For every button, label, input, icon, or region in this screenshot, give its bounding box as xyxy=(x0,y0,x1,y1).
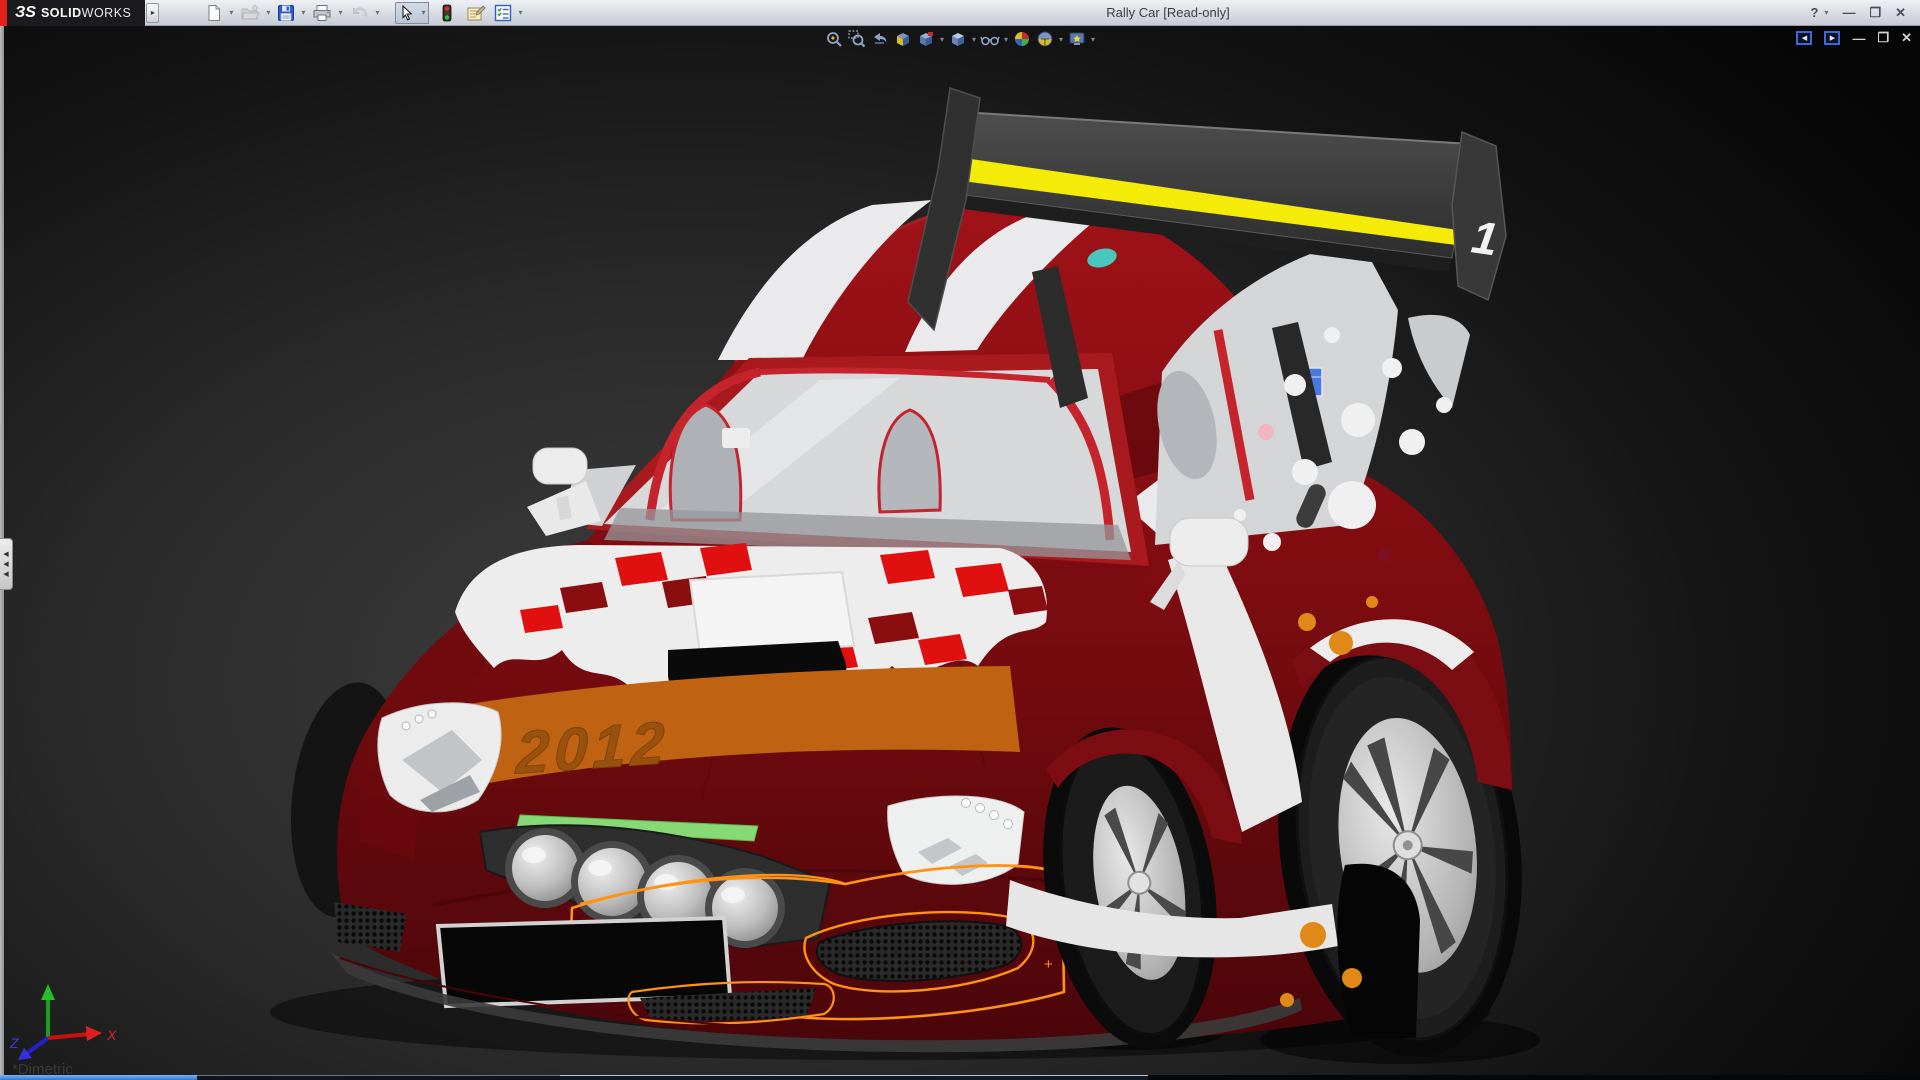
edit-appearance-button[interactable] xyxy=(1011,29,1033,49)
collapsed-panel-tab[interactable]: ◀ ◀ ◀ xyxy=(0,538,13,590)
view-orientation-button[interactable] xyxy=(915,29,937,49)
new-document-button[interactable] xyxy=(202,2,226,24)
brand-accent-stripe xyxy=(0,0,7,26)
select-dropdown-caret[interactable]: ▾ xyxy=(418,2,429,24)
graphics-viewport[interactable]: 2012 xyxy=(0,26,1920,1080)
print-button[interactable] xyxy=(309,2,335,24)
flyout-arrow-icon: ▸ xyxy=(151,8,155,17)
close-button[interactable]: ✕ xyxy=(1895,5,1906,21)
save-floppy-icon xyxy=(277,4,295,22)
pane-left-icon: ◀ xyxy=(1802,35,1807,42)
headlight-right[interactable] xyxy=(888,796,1024,884)
display-style-caret[interactable]: ▾ xyxy=(972,35,976,44)
axis-z-label: Z xyxy=(9,1035,19,1051)
window-title: Rally Car [Read-only] xyxy=(526,5,1811,20)
printer-icon xyxy=(312,4,332,22)
zoom-to-area-button[interactable] xyxy=(846,29,868,49)
solidworks-logo: ЗS SOLIDWORKS xyxy=(7,0,145,26)
note-pencil-icon xyxy=(466,4,486,22)
help-button[interactable]: ? xyxy=(1810,5,1818,20)
bottom-strip-segment xyxy=(560,1075,988,1080)
hide-show-caret[interactable]: ▾ xyxy=(1004,35,1008,44)
collapse-arrow-icon: ◀ xyxy=(3,571,8,578)
titlebar-controls: ? ▾ — ❐ ✕ xyxy=(1810,5,1920,21)
view-orientation-caret[interactable]: ▾ xyxy=(940,35,944,44)
comment-note-button[interactable] xyxy=(463,2,489,24)
display-style-button[interactable] xyxy=(947,29,969,49)
view-settings-button[interactable] xyxy=(1066,29,1088,49)
appearance-sphere-icon xyxy=(1013,30,1031,48)
orientation-triad: X Z xyxy=(8,980,128,1060)
toolbar-flyout-handle[interactable]: ▸ xyxy=(146,3,159,23)
document-restore-button[interactable]: ❐ xyxy=(1877,30,1889,46)
minimize-button[interactable]: — xyxy=(1842,5,1855,20)
axis-x-label: X xyxy=(106,1027,117,1043)
open-folder-icon xyxy=(240,4,260,22)
options-checklist-button[interactable] xyxy=(491,2,515,24)
view-orientation-icon xyxy=(917,30,935,48)
print-dropdown-caret[interactable]: ▾ xyxy=(338,8,342,17)
model-canvas[interactable]: 2012 xyxy=(0,26,1920,1080)
traffic-light-icon xyxy=(442,4,452,22)
select-tool-button[interactable] xyxy=(395,2,419,24)
license-plate xyxy=(438,918,730,1006)
open-document-button[interactable] xyxy=(237,2,263,24)
document-window-controls: ◀ ▶ — ❐ ✕ xyxy=(1796,30,1912,46)
previous-view-icon xyxy=(871,30,889,48)
collapse-left-pane-button[interactable]: ◀ xyxy=(1796,31,1812,45)
zoom-to-fit-icon xyxy=(825,30,843,48)
apply-scene-button[interactable] xyxy=(1034,29,1056,49)
collapse-arrow-icon: ◀ xyxy=(3,561,8,568)
zoom-to-fit-button[interactable] xyxy=(823,29,845,49)
undo-button[interactable] xyxy=(346,2,372,24)
rebuild-traffic-light-button[interactable] xyxy=(439,2,455,24)
restore-button[interactable]: ❐ xyxy=(1869,5,1881,21)
options-dropdown-caret[interactable]: ▾ xyxy=(518,8,522,17)
new-document-icon xyxy=(205,4,223,22)
bottom-strip xyxy=(0,1075,1920,1080)
previous-view-button[interactable] xyxy=(869,29,891,49)
main-toolbar: ▾ ▾ ▾ ▾ xyxy=(189,2,525,24)
view-settings-icon xyxy=(1068,30,1086,48)
collapse-arrow-icon: ◀ xyxy=(3,551,8,558)
help-dropdown-caret[interactable]: ▾ xyxy=(1824,8,1828,17)
undo-dropdown-caret[interactable]: ▾ xyxy=(375,8,379,17)
window-titlebar: ЗS SOLIDWORKS ▸ ▾ ▾ xyxy=(0,0,1920,26)
brand-name-light: WORKS xyxy=(82,6,132,20)
solidworks-logo-glyph: ЗS xyxy=(15,4,36,22)
view-settings-caret[interactable]: ▾ xyxy=(1091,35,1095,44)
year-decal-text: 2012 xyxy=(514,709,670,787)
select-cursor-icon xyxy=(398,4,416,22)
apply-scene-caret[interactable]: ▾ xyxy=(1059,35,1063,44)
document-close-button[interactable]: ✕ xyxy=(1901,30,1912,46)
bottom-strip-segment xyxy=(1148,1075,1920,1080)
save-dropdown-caret[interactable]: ▾ xyxy=(301,8,305,17)
selection-cross-marker: + xyxy=(1044,956,1053,973)
section-view-button[interactable] xyxy=(892,29,914,49)
brand-name-bold: SOLID xyxy=(41,6,82,20)
section-view-icon xyxy=(894,30,912,48)
zoom-to-area-icon xyxy=(848,30,866,48)
bottom-strip-blue-segment xyxy=(0,1075,197,1080)
expand-right-pane-button[interactable]: ▶ xyxy=(1824,31,1840,45)
save-button[interactable] xyxy=(274,2,298,24)
undo-arrow-icon xyxy=(349,4,369,22)
bottom-strip-segment xyxy=(988,1075,1148,1080)
rally-lamp xyxy=(505,828,585,908)
open-dropdown-caret[interactable]: ▾ xyxy=(266,8,270,17)
bottom-strip-segment xyxy=(197,1075,560,1080)
document-minimize-button[interactable]: — xyxy=(1852,31,1865,46)
display-style-icon xyxy=(949,30,967,48)
headsup-view-toolbar: ▾ ▾ ▾ xyxy=(823,29,1097,49)
hide-show-items-button[interactable] xyxy=(979,29,1001,49)
new-dropdown-caret[interactable]: ▾ xyxy=(229,8,233,17)
glasses-icon xyxy=(980,30,1000,48)
apply-scene-icon xyxy=(1036,30,1054,48)
pane-right-icon: ▶ xyxy=(1830,35,1835,42)
arch-vent-black xyxy=(1337,864,1420,1038)
checklist-icon xyxy=(494,4,512,22)
